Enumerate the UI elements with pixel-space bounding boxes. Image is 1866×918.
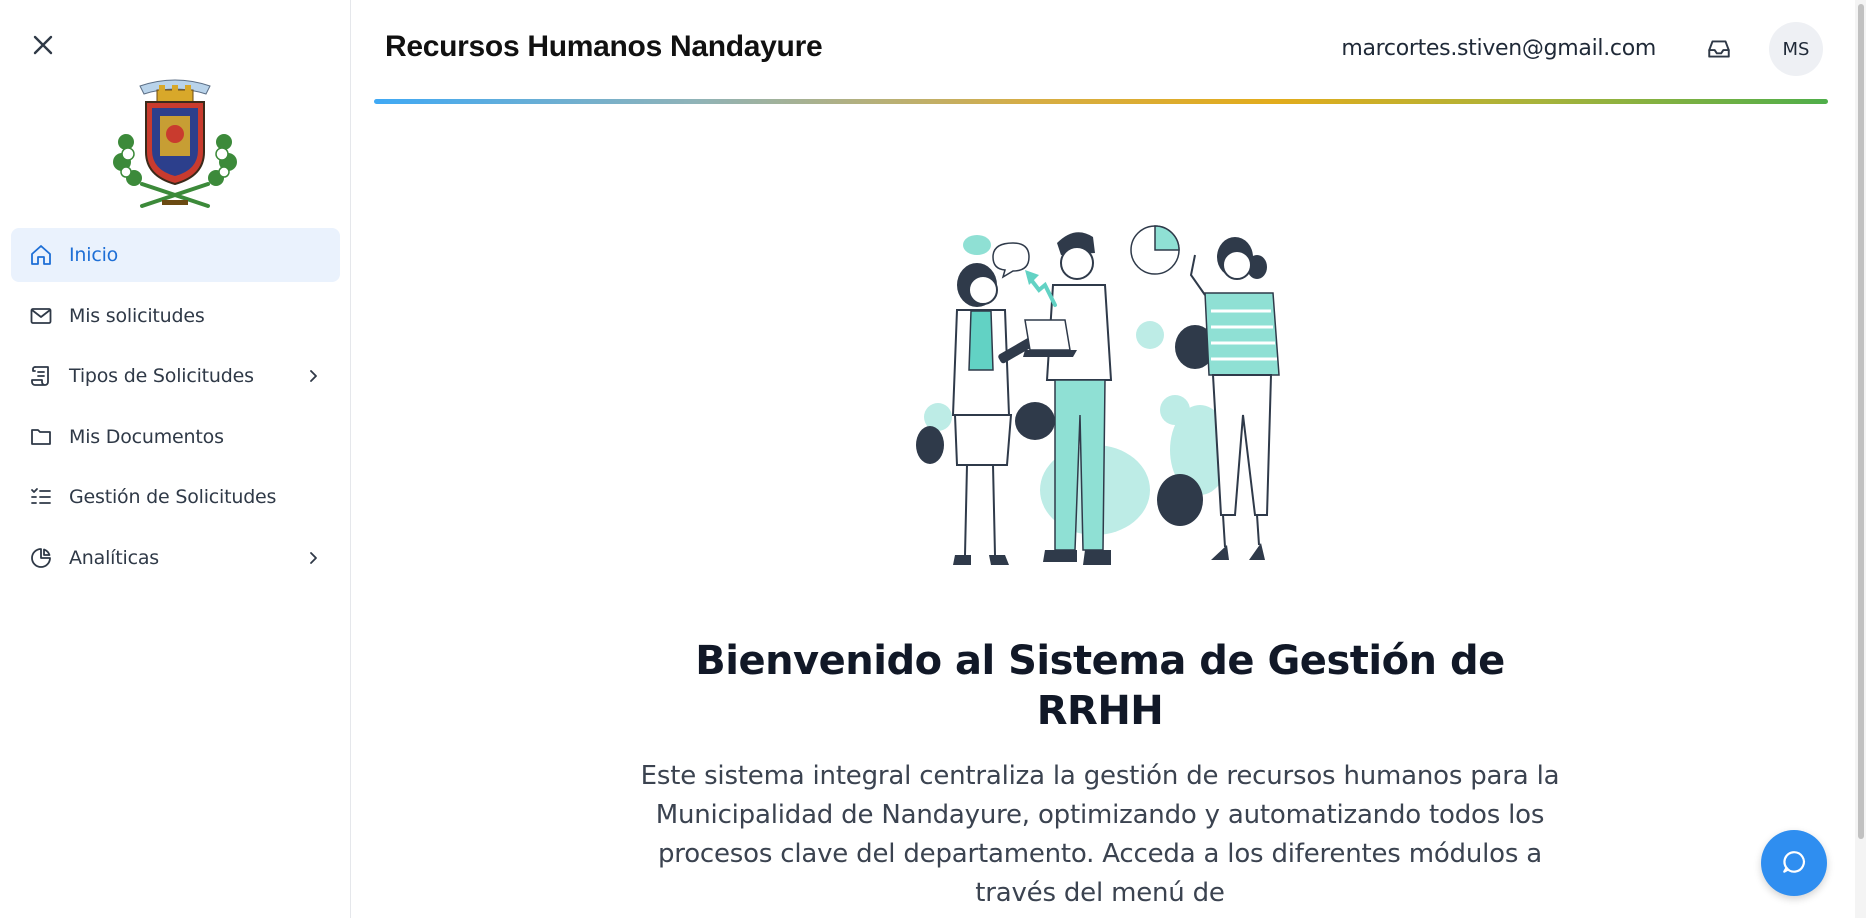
chevron-right-icon — [310, 370, 317, 382]
close-sidebar-button[interactable] — [28, 30, 58, 60]
welcome-title: Bienvenido al Sistema de Gestión de RRHH — [695, 638, 1505, 734]
avatar[interactable]: MS — [1769, 22, 1823, 76]
sidebar-item-label: Gestión de Solicitudes — [69, 486, 277, 508]
sidebar-item-label: Inicio — [69, 244, 119, 266]
pie-chart-icon — [28, 545, 54, 571]
sidebar-item-gestion-de-solicitudes[interactable]: Gestión de Solicitudes — [11, 470, 340, 524]
chat-button[interactable] — [1761, 830, 1827, 896]
chevron-right-icon — [310, 551, 317, 564]
sidebar-item-label: Analíticas — [69, 546, 159, 569]
sidebar-item-label: Tipos de Solicitudes — [69, 365, 254, 387]
chat-bubble-icon — [1783, 851, 1805, 873]
sidebar-item-inicio[interactable]: Inicio — [11, 228, 340, 282]
app-title: Recursos Humanos Nandayure — [385, 30, 823, 63]
top-header: Recursos Humanos Nandayure marcortes.sti… — [352, 0, 1866, 100]
sidebar-item-label: Mis solicitudes — [69, 304, 205, 327]
user-email: marcortes.stiven@gmail.com — [1341, 36, 1656, 61]
team-illustration — [905, 215, 1305, 585]
sidebar-item-mis-documentos[interactable]: Mis Documentos — [11, 410, 340, 464]
header-gradient-divider — [374, 99, 1828, 104]
sidebar: Inicio Mis solicitudes Tipos de Solicitu… — [0, 0, 351, 918]
sidebar-nav: Inicio Mis solicitudes Tipos de Solicitu… — [11, 228, 340, 591]
sidebar-item-tipos-de-solicitudes[interactable]: Tipos de Solicitudes — [11, 349, 340, 403]
sidebar-item-analiticas[interactable]: Analíticas — [11, 531, 340, 585]
page-scrollbar[interactable] — [1855, 0, 1866, 918]
list-check-icon — [28, 484, 54, 510]
welcome-description: Este sistema integral centraliza la gest… — [640, 761, 1560, 908]
sidebar-item-mis-solicitudes[interactable]: Mis solicitudes — [11, 289, 340, 343]
municipality-logo — [112, 72, 238, 210]
sidebar-item-label: Mis Documentos — [69, 425, 224, 448]
inbox-button[interactable] — [1704, 34, 1734, 64]
home-icon — [28, 242, 54, 268]
mail-icon — [28, 303, 54, 329]
scroll-icon — [28, 363, 54, 389]
scrollbar-thumb[interactable] — [1858, 4, 1864, 839]
inbox-icon — [1708, 40, 1730, 58]
folder-icon — [28, 424, 54, 450]
close-icon — [33, 35, 53, 55]
